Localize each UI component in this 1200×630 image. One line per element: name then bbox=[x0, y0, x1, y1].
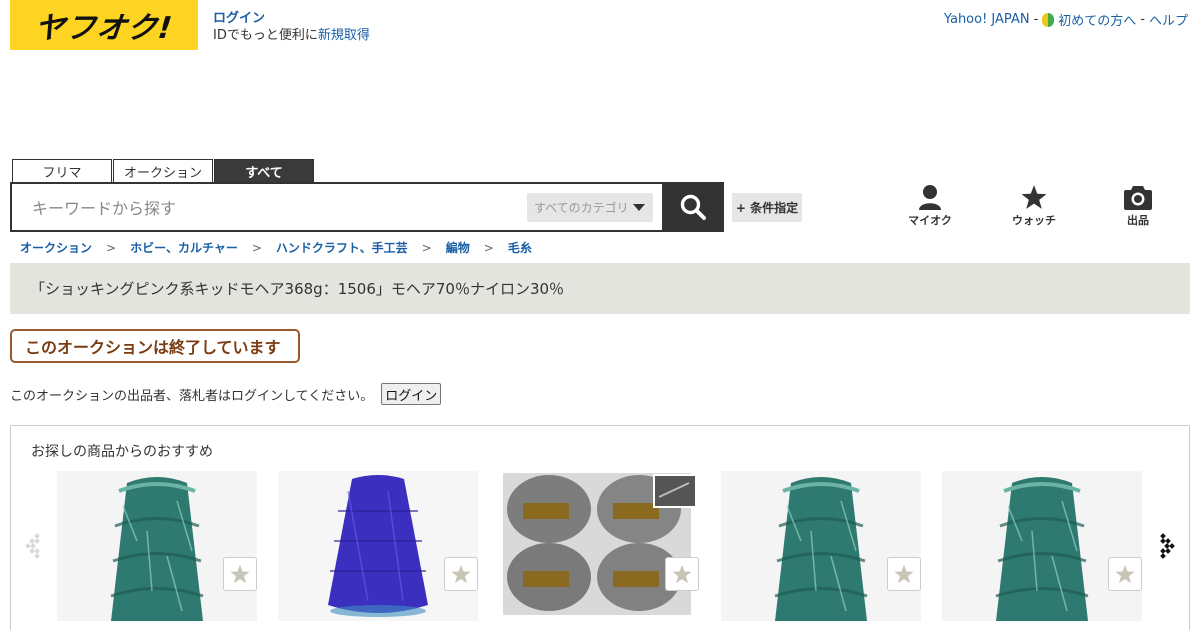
recommendations-panel: お探しの商品からのおすすめ bbox=[10, 425, 1190, 630]
link-separator: - bbox=[1140, 12, 1145, 27]
register-link[interactable]: 新規取得 bbox=[318, 28, 370, 43]
watch-star-button[interactable] bbox=[1108, 557, 1142, 591]
my-auction-button[interactable]: マイオク bbox=[900, 184, 960, 228]
breadcrumb-item[interactable]: ハンドクラフト、手工芸 bbox=[276, 239, 408, 256]
logo-text: ヤフオク! bbox=[32, 11, 175, 46]
star-icon bbox=[672, 564, 692, 584]
watch-star-button[interactable] bbox=[223, 557, 257, 591]
chevron-down-icon bbox=[633, 204, 645, 211]
search-input[interactable] bbox=[32, 196, 512, 220]
login-button[interactable]: ログイン bbox=[381, 383, 442, 405]
category-select-label: すべてのカテゴリ bbox=[534, 201, 629, 215]
recommendation-item[interactable] bbox=[721, 471, 921, 621]
tab-auction[interactable]: オークション bbox=[113, 159, 213, 182]
breadcrumb: オークション > ホビー、カルチャー > ハンドクラフト、手工芸 > 編物 > … bbox=[20, 239, 532, 256]
help-link[interactable]: ヘルプ bbox=[1149, 10, 1188, 29]
recommendation-item[interactable] bbox=[499, 471, 699, 621]
sell-button[interactable]: 出品 bbox=[1108, 184, 1168, 228]
search-box: すべてのカテゴリ bbox=[10, 182, 664, 232]
yahoo-japan-link[interactable]: Yahoo! JAPAN bbox=[944, 12, 1030, 27]
search-button[interactable] bbox=[662, 182, 724, 232]
next-arrow-icon[interactable] bbox=[1155, 531, 1175, 561]
breadcrumb-separator: > bbox=[106, 240, 117, 255]
teal-mohair-cone-thumbnail bbox=[942, 471, 1142, 621]
sell-label: 出品 bbox=[1127, 214, 1149, 227]
watch-label: ウォッチ bbox=[1012, 214, 1056, 227]
login-note: このオークションの出品者、落札者はログインしてください。 ログイン bbox=[10, 383, 442, 405]
beginner-mark-icon bbox=[1042, 12, 1055, 27]
recommendations-title: お探しの商品からのおすすめ bbox=[31, 444, 213, 460]
login-note-text: このオークションの出品者、落札者はログインしてください。 bbox=[10, 388, 374, 404]
watch-star-button[interactable] bbox=[444, 557, 478, 591]
star-icon bbox=[230, 564, 250, 584]
star-icon bbox=[451, 564, 471, 584]
login-box: ログイン IDでもっと便利に新規取得 bbox=[213, 10, 370, 44]
tab-flea-market[interactable]: フリマ bbox=[12, 159, 112, 182]
prev-arrow-icon[interactable] bbox=[25, 531, 45, 561]
breadcrumb-item[interactable]: 毛糸 bbox=[508, 239, 532, 256]
breadcrumb-separator: > bbox=[251, 240, 262, 255]
login-sub-text: IDでもっと便利に bbox=[213, 28, 318, 43]
category-select[interactable]: すべてのカテゴリ bbox=[527, 193, 653, 222]
star-icon bbox=[1021, 185, 1047, 209]
recommendation-item[interactable] bbox=[57, 471, 257, 621]
watch-star-button[interactable] bbox=[665, 557, 699, 591]
teal-mohair-cone-thumbnail bbox=[57, 471, 257, 621]
tab-all[interactable]: すべて bbox=[214, 159, 314, 182]
item-title: 「ショッキングピンク系キッドモヘア368g：1506」モヘア70％ナイロン30％ bbox=[30, 280, 565, 298]
breadcrumb-item[interactable]: 編物 bbox=[446, 239, 470, 256]
login-sub: IDでもっと便利に新規取得 bbox=[213, 27, 370, 44]
beginners-link[interactable]: 初めての方へ bbox=[1058, 10, 1136, 29]
condition-button[interactable]: + 条件指定 bbox=[732, 193, 802, 222]
auction-ended-badge: このオークションは終了しています bbox=[10, 329, 300, 363]
blue-mohair-cone-thumbnail bbox=[278, 471, 478, 621]
teal-mohair-cone-thumbnail bbox=[721, 471, 921, 621]
breadcrumb-item[interactable]: オークション bbox=[20, 239, 92, 256]
top-links: Yahoo! JAPAN - 初めての方へ - ヘルプ bbox=[944, 10, 1188, 29]
recommendation-item[interactable] bbox=[942, 471, 1142, 621]
breadcrumb-separator: > bbox=[421, 240, 432, 255]
star-icon bbox=[1115, 564, 1135, 584]
login-link[interactable]: ログイン bbox=[213, 10, 370, 27]
item-title-bar: 「ショッキングピンク系キッドモヘア368g：1506」モヘア70％ナイロン30％ bbox=[10, 263, 1190, 314]
breadcrumb-item[interactable]: ホビー、カルチャー bbox=[130, 239, 238, 256]
search-icon bbox=[680, 194, 706, 220]
camera-icon bbox=[1124, 186, 1152, 210]
person-icon bbox=[919, 185, 941, 210]
recommendation-item[interactable] bbox=[278, 471, 478, 621]
my-auction-label: マイオク bbox=[908, 214, 952, 227]
watch-star-button[interactable] bbox=[887, 557, 921, 591]
link-separator: - bbox=[1033, 12, 1039, 27]
yahuoku-logo[interactable]: ヤフオク! bbox=[10, 0, 198, 50]
yarn-balls-pack-thumbnail bbox=[499, 471, 699, 621]
search-tabs: フリマ オークション すべて bbox=[12, 159, 314, 182]
watch-button[interactable]: ウォッチ bbox=[1004, 184, 1064, 228]
star-icon bbox=[894, 564, 914, 584]
breadcrumb-separator: > bbox=[483, 240, 494, 255]
